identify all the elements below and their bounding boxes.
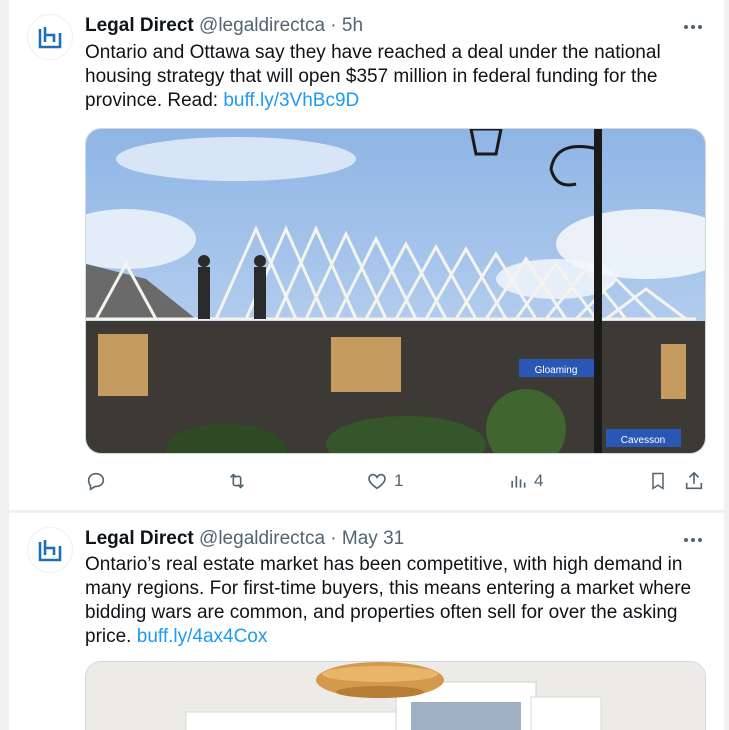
author-name[interactable]: Legal Direct [85, 15, 194, 36]
tweet-link[interactable]: buff.ly/3VhBc9D [223, 90, 359, 111]
more-horizontal-icon [684, 538, 702, 542]
more-button[interactable] [682, 529, 704, 551]
author-handle[interactable]: @legaldirectca [199, 15, 325, 36]
tweet-text: Ontario and Ottawa say they have reached… [85, 41, 695, 113]
construction-photo: Gloaming Cavesson [86, 129, 705, 453]
more-horizontal-icon [684, 25, 702, 29]
tweet-media[interactable]: Gloaming Cavesson [85, 128, 706, 454]
tweet-header: Legal Direct @legaldirectca · May 31 [85, 527, 404, 551]
avatar[interactable] [27, 527, 73, 573]
views-button[interactable]: 4 [508, 468, 543, 494]
legal-direct-logo [38, 540, 62, 562]
repost-button[interactable] [225, 468, 249, 494]
tweet-text: Ontario’s real estate market has been co… [85, 553, 695, 649]
tweet-link[interactable]: buff.ly/4ax4Cox [137, 626, 268, 647]
like-count: 1 [394, 471, 404, 490]
tweet-card[interactable]: Legal Direct @legaldirectca · 5h Ontario… [8, 0, 725, 510]
more-button[interactable] [682, 16, 704, 38]
bookmark-icon [652, 472, 664, 490]
author-name[interactable]: Legal Direct [85, 528, 194, 549]
views-icon [511, 476, 526, 488]
author-handle[interactable]: @legaldirectca [199, 528, 325, 549]
separator: · [330, 15, 337, 36]
interior-photo [86, 662, 705, 730]
tweet-media[interactable] [85, 661, 706, 730]
separator: · [330, 528, 337, 549]
bookmark-button[interactable] [648, 468, 668, 494]
tweet-body: Ontario and Ottawa say they have reached… [85, 42, 661, 111]
like-button[interactable]: 1 [366, 468, 403, 494]
street-sign-gloaming: Gloaming [535, 365, 578, 376]
timestamp[interactable]: May 31 [342, 528, 404, 549]
reply-icon [87, 472, 105, 491]
tweet-actions: 1 4 [85, 468, 706, 494]
tweet-header: Legal Direct @legaldirectca · 5h [85, 14, 363, 38]
street-sign-cavesson: Cavesson [621, 435, 665, 446]
avatar[interactable] [27, 14, 73, 60]
heart-icon [368, 473, 386, 490]
tweet-card[interactable]: Legal Direct @legaldirectca · May 31 Ont… [8, 512, 725, 730]
repost-icon [229, 473, 245, 489]
share-button[interactable] [683, 468, 705, 494]
legal-direct-logo [38, 27, 62, 49]
reply-button[interactable] [85, 468, 107, 494]
share-icon [685, 471, 703, 490]
timestamp[interactable]: 5h [342, 15, 363, 36]
views-count: 4 [534, 471, 544, 490]
